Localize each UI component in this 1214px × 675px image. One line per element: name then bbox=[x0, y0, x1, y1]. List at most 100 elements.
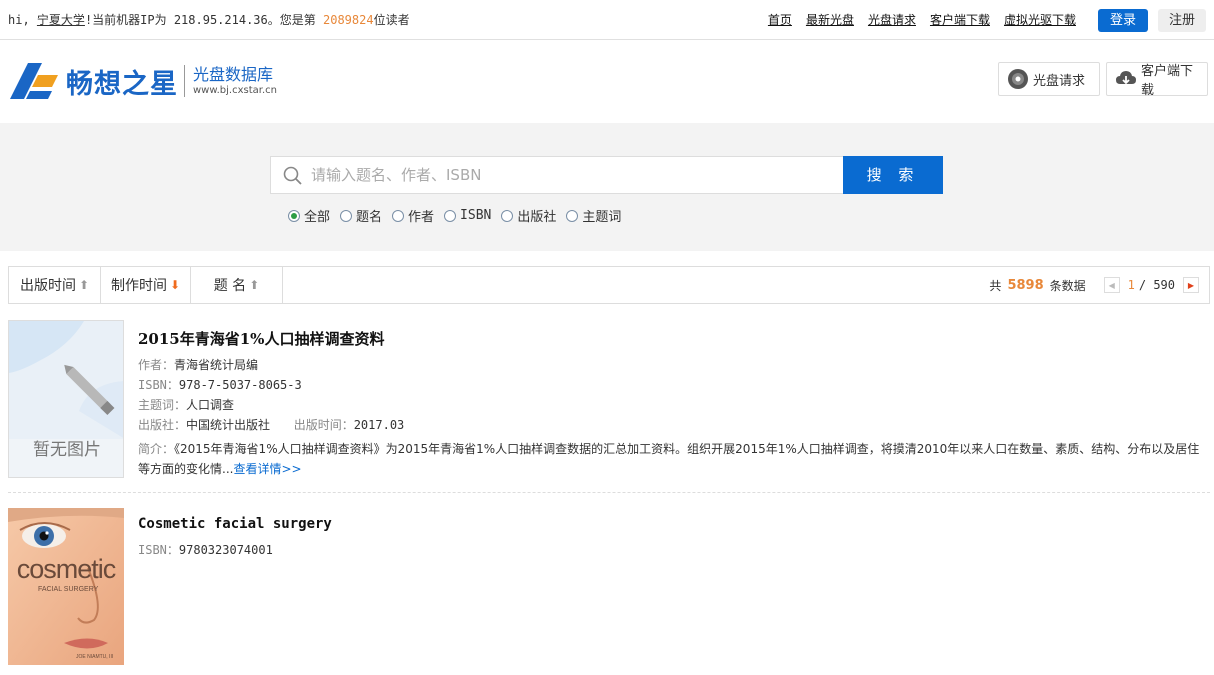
search-area: 搜 索 全部 题名 作者 ISBN 出版社 主题词 bbox=[0, 123, 1214, 251]
pubdate-label: 出版时间： bbox=[293, 418, 354, 432]
no-image-cover[interactable]: 暂无图片 bbox=[8, 320, 124, 478]
disc-icon bbox=[1007, 68, 1029, 90]
nav-latest-discs[interactable]: 最新光盘 bbox=[806, 11, 854, 28]
radio-dot bbox=[444, 209, 457, 222]
client-download-button[interactable]: 客户端下载 bbox=[1106, 62, 1208, 98]
visitor-count: 2089824 bbox=[323, 13, 374, 27]
isbn-label: ISBN： bbox=[138, 378, 179, 392]
search-icon bbox=[283, 166, 303, 190]
cover-title: cosmetic bbox=[16, 554, 117, 584]
result-divider bbox=[8, 492, 1210, 493]
radio-label: 题名 bbox=[356, 210, 383, 225]
cloud-download-icon bbox=[1115, 69, 1137, 89]
nav-virtual-drive-download[interactable]: 虚拟光驱下载 bbox=[1004, 11, 1076, 28]
search-box bbox=[270, 156, 844, 194]
ip-text: !当前机器IP为 218.95.214.36。您是第 bbox=[84, 13, 316, 27]
arrow-up-icon: ⬆ bbox=[249, 278, 260, 292]
top-bar: hi, 宁夏大学!当前机器IP为 218.95.214.36。您是第 20898… bbox=[0, 0, 1214, 40]
header: 畅想之星 光盘数据库 www.bj.cxstar.cn 光盘请求 客户端下载 bbox=[0, 41, 1214, 123]
result-info: Cosmetic facial surgery ISBN：97803230740… bbox=[138, 508, 1208, 557]
publisher-line: 出版社：中国统计出版社 出版时间：2017.03 bbox=[138, 419, 1208, 432]
radio-isbn[interactable]: ISBN bbox=[444, 206, 491, 225]
current-page: 1 bbox=[1127, 278, 1135, 292]
radio-subject[interactable]: 主题词 bbox=[566, 206, 621, 225]
author-line: 作者：青海省统计局编 bbox=[138, 359, 1208, 372]
prev-page-button[interactable]: ◀ bbox=[1103, 277, 1120, 293]
radio-dot bbox=[566, 209, 579, 222]
radio-dot bbox=[340, 209, 353, 222]
brand-name: 畅想之星 bbox=[66, 68, 178, 100]
publisher-value[interactable]: 中国统计出版社 bbox=[186, 418, 270, 432]
nav-client-download[interactable]: 客户端下载 bbox=[930, 11, 990, 28]
cover-author: JOE NIAMTU, III bbox=[76, 654, 114, 660]
radio-label: 主题词 bbox=[582, 210, 622, 225]
search-input[interactable] bbox=[311, 157, 831, 193]
isbn-value: 9780323074001 bbox=[178, 543, 273, 557]
isbn-line: ISBN：978-7-5037-8065-3 bbox=[138, 379, 1208, 392]
isbn-line: ISBN：9780323074001 bbox=[138, 544, 1208, 557]
radio-dot bbox=[288, 209, 300, 222]
sort-publish-time[interactable]: 出版时间 ⬆ bbox=[9, 267, 101, 303]
client-download-label: 客户端下载 bbox=[1141, 64, 1194, 98]
radio-author[interactable]: 作者 bbox=[392, 206, 434, 225]
search-scope-options: 全部 题名 作者 ISBN 出版社 主题词 bbox=[288, 206, 621, 225]
result-item: cosmetic FACIAL SURGERY JOE NIAMTU, III … bbox=[8, 508, 1210, 668]
sort-title[interactable]: 题 名 ⬆ bbox=[191, 267, 283, 303]
abstract-label: 简介： bbox=[138, 442, 175, 456]
radio-dot bbox=[501, 209, 514, 222]
result-title[interactable]: Cosmetic facial surgery bbox=[138, 516, 1208, 532]
sort-make-time[interactable]: 制作时间 ⬇ bbox=[101, 267, 191, 303]
no-image-icon bbox=[9, 321, 123, 439]
disc-request-label: 光盘请求 bbox=[1033, 73, 1086, 89]
pubdate-value: 2017.03 bbox=[353, 418, 405, 432]
radio-publisher[interactable]: 出版社 bbox=[501, 206, 556, 225]
next-page-button[interactable]: ▶ bbox=[1183, 277, 1199, 293]
triangle-left-icon: ◀ bbox=[1108, 280, 1115, 290]
logo-subtitle-text: 光盘数据库 bbox=[193, 65, 274, 84]
result-title[interactable]: 2015年青海省1%人口抽样调查资料 bbox=[138, 328, 1208, 349]
nav-disc-request[interactable]: 光盘请求 bbox=[868, 11, 916, 28]
isbn-value: 978-7-5037-8065-3 bbox=[178, 378, 302, 392]
radio-label: 全部 bbox=[304, 210, 331, 225]
logo-subtitle: 光盘数据库 www.bj.cxstar.cn bbox=[193, 65, 277, 97]
total-count: 5898 bbox=[1007, 277, 1044, 293]
logo-url: www.bj.cxstar.cn bbox=[193, 85, 277, 96]
logo[interactable]: 畅想之星 光盘数据库 www.bj.cxstar.cn bbox=[8, 61, 277, 101]
arrow-up-icon: ⬆ bbox=[78, 278, 90, 292]
total-prefix: 共 bbox=[989, 278, 1002, 293]
register-button[interactable]: 注册 bbox=[1158, 9, 1206, 32]
abstract: 简介：《2015年青海省1%人口抽样调查资料》为2015年青海省1%人口抽样调查… bbox=[138, 439, 1208, 479]
radio-title[interactable]: 题名 bbox=[340, 206, 382, 225]
visitor-suffix: 位读者 bbox=[373, 13, 410, 27]
result-info: 2015年青海省1%人口抽样调查资料 作者：青海省统计局编 ISBN：978-7… bbox=[138, 320, 1208, 479]
logo-icon bbox=[10, 63, 58, 99]
radio-label: 出版社 bbox=[517, 210, 557, 225]
isbn-label: ISBN： bbox=[138, 543, 179, 557]
triangle-right-icon: ▶ bbox=[1187, 280, 1195, 290]
nav-home[interactable]: 首页 bbox=[768, 11, 792, 28]
book-cover[interactable]: cosmetic FACIAL SURGERY JOE NIAMTU, III bbox=[8, 508, 124, 665]
greeting: hi, bbox=[8, 13, 30, 27]
radio-all[interactable]: 全部 bbox=[288, 206, 330, 225]
sort-label: 出版时间 bbox=[19, 278, 76, 294]
view-details-link[interactable]: 查看详情>> bbox=[233, 462, 301, 476]
subject-label: 主题词： bbox=[138, 398, 187, 412]
result-item: 暂无图片 2015年青海省1%人口抽样调查资料 作者：青海省统计局编 ISBN：… bbox=[8, 320, 1210, 480]
total-pages: / 590 bbox=[1138, 278, 1175, 292]
logo-divider bbox=[184, 65, 185, 97]
sort-label: 题 名 bbox=[213, 278, 247, 294]
pager: 共 5898 条数据 ◀ 1 / 590 ▶ bbox=[989, 267, 1199, 303]
radio-label: ISBN bbox=[460, 208, 492, 223]
login-button[interactable]: 登录 bbox=[1098, 9, 1148, 32]
sort-label: 制作时间 bbox=[110, 278, 167, 294]
no-image-text: 暂无图片 bbox=[33, 440, 101, 460]
subject-value[interactable]: 人口调查 bbox=[186, 398, 234, 412]
school-link[interactable]: 宁夏大学 bbox=[37, 13, 85, 27]
cover-subtitle: FACIAL SURGERY bbox=[38, 586, 99, 593]
author-label: 作者： bbox=[138, 358, 175, 372]
arrow-down-icon: ⬇ bbox=[169, 278, 181, 292]
search-button[interactable]: 搜 索 bbox=[843, 156, 943, 194]
author-value[interactable]: 青海省统计局编 bbox=[174, 358, 258, 372]
disc-request-button[interactable]: 光盘请求 bbox=[998, 62, 1100, 96]
total-suffix: 条数据 bbox=[1049, 278, 1086, 293]
